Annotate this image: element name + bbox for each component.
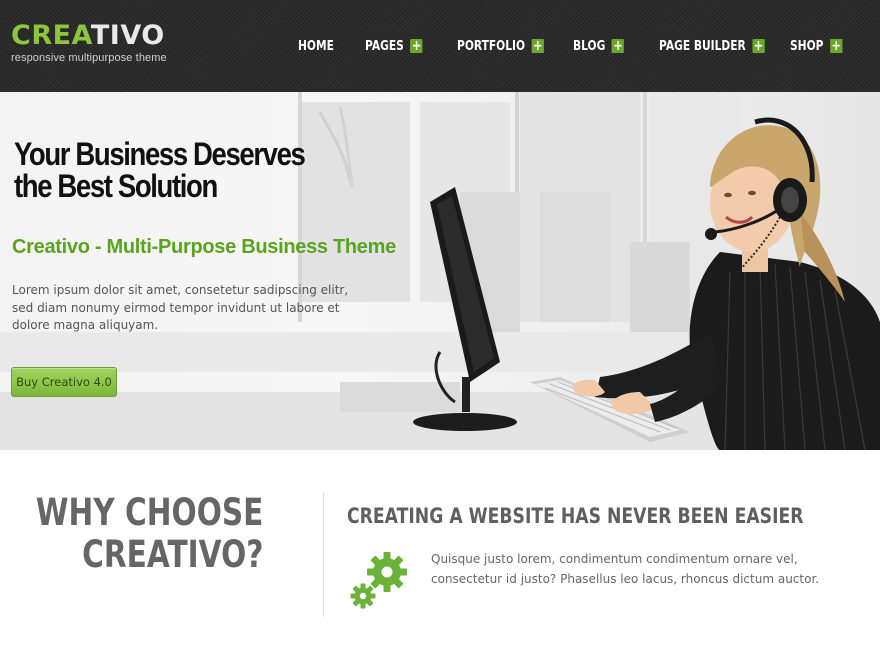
- hero-subtitle: Creativo - Multi-Purpose Business Theme: [12, 236, 396, 258]
- nav-label-page-builder: PAGE BUILDER: [659, 38, 746, 54]
- gears-icon: [350, 552, 407, 609]
- plus-icon[interactable]: +: [531, 39, 544, 53]
- main-navigation: HOME PAGES + PORTFOLIO + BLOG + PAGE BUI…: [0, 36, 880, 56]
- plus-icon[interactable]: +: [752, 39, 765, 53]
- nav-label-pages: PAGES: [365, 38, 404, 54]
- nav-item-page-builder[interactable]: PAGE BUILDER +: [659, 36, 765, 56]
- nav-label-portfolio: PORTFOLIO: [457, 38, 526, 54]
- nav-item-shop[interactable]: SHOP +: [790, 36, 843, 56]
- nav-label-home: HOME: [298, 38, 334, 54]
- plus-icon[interactable]: +: [410, 39, 423, 53]
- why-choose-line1: WHY CHOOSE: [35, 491, 263, 534]
- plus-icon[interactable]: +: [611, 39, 625, 53]
- buy-creativo-button[interactable]: Buy Creativo 4.0: [11, 367, 117, 397]
- nav-item-portfolio[interactable]: PORTFOLIO +: [457, 36, 544, 56]
- nav-label-shop: SHOP: [790, 38, 824, 54]
- why-choose-line2: CREATIVO?: [81, 533, 263, 576]
- hero-title: Your Business Deserves the Best Solution: [14, 138, 306, 202]
- hero-description: Lorem ipsum dolor sit amet, consetetur s…: [12, 283, 349, 332]
- nav-label-blog: BLOG: [573, 38, 606, 54]
- hero-title-line2: the Best Solution: [14, 168, 218, 204]
- section-divider: [323, 493, 324, 617]
- why-choose-heading: WHY CHOOSE CREATIVO?: [35, 492, 263, 576]
- feature-title: CREATING A WEBSITE HAS NEVER BEEN EASIER: [347, 504, 804, 528]
- site-header: CREATIVO responsive multipurpose theme H…: [0, 0, 880, 92]
- nav-item-home[interactable]: HOME: [298, 36, 334, 56]
- feature-description: Quisque justo lorem, condimentum condime…: [431, 552, 820, 586]
- nav-item-blog[interactable]: BLOG +: [573, 36, 625, 56]
- hero-slider: Your Business Deserves the Best Solution…: [0, 92, 880, 450]
- nav-item-pages[interactable]: PAGES +: [365, 36, 423, 56]
- hero-title-line1: Your Business Deserves: [14, 136, 306, 172]
- plus-icon[interactable]: +: [830, 39, 843, 53]
